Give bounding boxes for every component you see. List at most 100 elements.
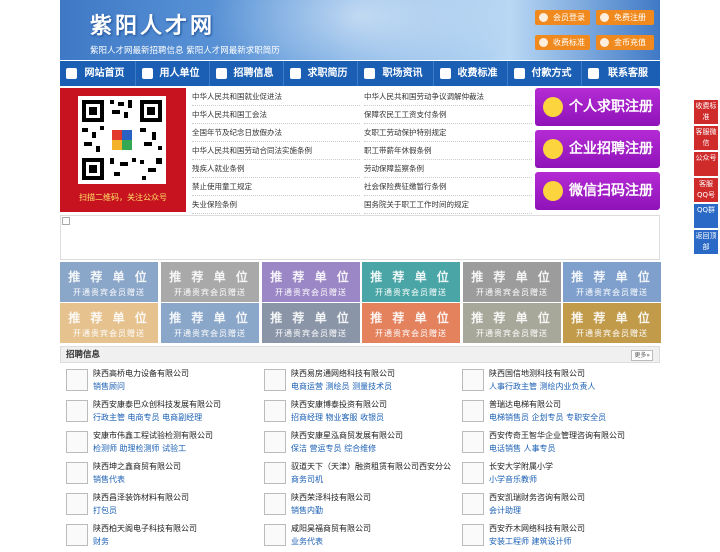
job-positions[interactable]: 销售顾问 bbox=[93, 381, 253, 392]
job-positions[interactable]: 会计助理 bbox=[489, 505, 649, 516]
company-logo[interactable] bbox=[66, 524, 88, 546]
nav-jobs[interactable]: 招聘信息 bbox=[210, 61, 284, 86]
company-logo[interactable] bbox=[66, 369, 88, 391]
law-link[interactable]: 中华人民共和国劳动争议调解仲裁法 bbox=[364, 88, 532, 106]
register-button[interactable]: 免费注册 bbox=[596, 10, 654, 25]
job-positions[interactable]: 销售内勤 bbox=[291, 505, 451, 516]
company-name[interactable]: 陕西高桥电力设备有限公司 bbox=[93, 368, 253, 379]
nav-resumes[interactable]: 求职简历 bbox=[284, 61, 358, 86]
recommended-slot[interactable]: 推 荐 单 位开通贵宾会员赠送 bbox=[362, 262, 460, 302]
site-title[interactable]: 紫阳人才网 bbox=[90, 8, 215, 40]
login-button[interactable]: 会员登录 bbox=[535, 10, 590, 25]
company-logo[interactable] bbox=[66, 400, 88, 422]
more-link[interactable]: 更多» bbox=[631, 350, 653, 361]
company-logo[interactable] bbox=[264, 431, 286, 453]
law-link[interactable]: 保障农民工工资支付条例 bbox=[364, 106, 532, 124]
recommended-slot[interactable]: 推 荐 单 位开通贵宾会员赠送 bbox=[60, 262, 158, 302]
company-name[interactable]: 驭道天下（天津）融资租赁有限公司西安分公 bbox=[291, 461, 451, 472]
company-logo[interactable] bbox=[66, 431, 88, 453]
sidebar-official-account[interactable]: 公众号 bbox=[694, 152, 718, 176]
law-link[interactable]: 失业保险条例 bbox=[192, 196, 360, 214]
job-positions[interactable]: 打包员 bbox=[93, 505, 253, 516]
company-name[interactable]: 咸阳昊福商贸有限公司 bbox=[291, 523, 451, 534]
law-link[interactable]: 残疾人就业条例 bbox=[192, 160, 360, 178]
law-link[interactable]: 中华人民共和国劳动合同法实施条例 bbox=[192, 142, 360, 160]
job-positions[interactable]: 保洁 营运专员 综合维修 bbox=[291, 443, 451, 454]
law-link[interactable]: 中华人民共和国工会法 bbox=[192, 106, 360, 124]
company-name[interactable]: 陕西易房通网络科技有限公司 bbox=[291, 368, 451, 379]
job-positions[interactable]: 小学音乐教师 bbox=[489, 474, 649, 485]
pricing-button[interactable]: 收费标准 bbox=[535, 35, 590, 50]
job-positions[interactable]: 检测师 助理检测师 试验工 bbox=[93, 443, 253, 454]
nav-home[interactable]: 网站首页 bbox=[60, 61, 136, 86]
company-register-button[interactable]: 企业招聘注册 bbox=[535, 130, 660, 168]
recommended-slot[interactable]: 推 荐 单 位开通贵宾会员赠送 bbox=[262, 262, 360, 302]
company-name[interactable]: 陕西国信地测科技有限公司 bbox=[489, 368, 649, 379]
company-name[interactable]: 陕西安康星泓商贸发展有限公司 bbox=[291, 430, 451, 441]
recommended-slot[interactable]: 推 荐 单 位开通贵宾会员赠送 bbox=[362, 303, 460, 343]
company-logo[interactable] bbox=[66, 462, 88, 484]
nav-news[interactable]: 职场资讯 bbox=[358, 61, 434, 86]
job-positions[interactable]: 销售代表 bbox=[93, 474, 253, 485]
sidebar-back-to-top[interactable]: 返回顶部 bbox=[694, 230, 718, 254]
recommended-slot[interactable]: 推 荐 单 位开通贵宾会员赠送 bbox=[563, 303, 661, 343]
job-positions[interactable]: 人事行政主管 测绘内业负责人 bbox=[489, 381, 649, 392]
company-name[interactable]: 陕西坤之鑫商贸有限公司 bbox=[93, 461, 253, 472]
job-positions[interactable]: 电梯销售员 企划专员 专职安全员 bbox=[489, 412, 649, 423]
company-logo[interactable] bbox=[462, 431, 484, 453]
recommended-slot[interactable]: 推 荐 单 位开通贵宾会员赠送 bbox=[463, 262, 561, 302]
job-positions[interactable]: 电商运营 测绘员 测量技术员 bbox=[291, 381, 451, 392]
company-name[interactable]: 陕西安康博泰投资有限公司 bbox=[291, 399, 451, 410]
job-positions[interactable]: 商务司机 bbox=[291, 474, 451, 485]
company-logo[interactable] bbox=[462, 524, 484, 546]
sidebar-pricing[interactable]: 收费标准 bbox=[694, 100, 718, 124]
company-name[interactable]: 安康市伟鑫工程试验检测有限公司 bbox=[93, 430, 253, 441]
recommended-slot[interactable]: 推 荐 单 位开通贵宾会员赠送 bbox=[161, 303, 259, 343]
law-link[interactable]: 中华人民共和国就业促进法 bbox=[192, 88, 360, 106]
law-link[interactable]: 国务院关于职工工作时间的规定 bbox=[364, 196, 532, 214]
sidebar-support-qq[interactable]: 客服QQ号 bbox=[694, 178, 718, 202]
company-logo[interactable] bbox=[264, 400, 286, 422]
company-logo[interactable] bbox=[264, 493, 286, 515]
nav-payment[interactable]: 付款方式 bbox=[508, 61, 582, 86]
company-logo[interactable] bbox=[462, 462, 484, 484]
company-logo[interactable] bbox=[264, 462, 286, 484]
law-link[interactable]: 职工带薪年休假条例 bbox=[364, 142, 532, 160]
company-name[interactable]: 陕西荣泽科技有限公司 bbox=[291, 492, 451, 503]
nav-support[interactable]: 联系客服 bbox=[582, 61, 660, 86]
recommended-slot[interactable]: 推 荐 单 位开通贵宾会员赠送 bbox=[60, 303, 158, 343]
company-name[interactable]: 西安传奇王智华企业管理咨询有限公司 bbox=[489, 430, 649, 441]
wechat-register-button[interactable]: 微信扫码注册 bbox=[535, 172, 660, 210]
sidebar-wechat-support[interactable]: 客服微信 bbox=[694, 126, 718, 150]
company-logo[interactable] bbox=[264, 369, 286, 391]
personal-register-button[interactable]: 个人求职注册 bbox=[535, 88, 660, 126]
law-link[interactable]: 全国年节及纪念日放假办法 bbox=[192, 124, 360, 142]
sidebar-qq-group[interactable]: QQ群 bbox=[694, 204, 718, 228]
company-name[interactable]: 陕西昌泽装饰材料有限公司 bbox=[93, 492, 253, 503]
company-name[interactable]: 陕西安康泰巴众创科技发展有限公司 bbox=[93, 399, 253, 410]
company-name[interactable]: 陕西柏天阁电子科技有限公司 bbox=[93, 523, 253, 534]
company-name[interactable]: 普瑞达电梯有限公司 bbox=[489, 399, 649, 410]
job-positions[interactable]: 电话销售 人事专员 bbox=[489, 443, 649, 454]
banner-ad[interactable] bbox=[60, 215, 660, 260]
law-link[interactable]: 社会保险费征缴暂行条例 bbox=[364, 178, 532, 196]
job-positions[interactable]: 行政主管 电商专员 电商副经理 bbox=[93, 412, 253, 423]
law-link[interactable]: 劳动保障监察条例 bbox=[364, 160, 532, 178]
company-logo[interactable] bbox=[462, 493, 484, 515]
nav-pricing[interactable]: 收费标准 bbox=[434, 61, 508, 86]
company-logo[interactable] bbox=[66, 493, 88, 515]
recommended-slot[interactable]: 推 荐 单 位开通贵宾会员赠送 bbox=[563, 262, 661, 302]
recommended-slot[interactable]: 推 荐 单 位开通贵宾会员赠送 bbox=[463, 303, 561, 343]
company-logo[interactable] bbox=[462, 400, 484, 422]
job-positions[interactable]: 财务 bbox=[93, 536, 253, 547]
job-positions[interactable]: 业务代表 bbox=[291, 536, 451, 547]
law-link[interactable]: 禁止使用童工规定 bbox=[192, 178, 360, 196]
job-positions[interactable]: 招商经理 物业客服 收银员 bbox=[291, 412, 451, 423]
company-name[interactable]: 西安凯瑞财务咨询有限公司 bbox=[489, 492, 649, 503]
recommended-slot[interactable]: 推 荐 单 位开通贵宾会员赠送 bbox=[262, 303, 360, 343]
company-logo[interactable] bbox=[462, 369, 484, 391]
company-name[interactable]: 长安大学附属小学 bbox=[489, 461, 649, 472]
job-positions[interactable]: 安装工程师 建筑设计师 bbox=[489, 536, 649, 547]
nav-employers[interactable]: 用人单位 bbox=[136, 61, 210, 86]
company-logo[interactable] bbox=[264, 524, 286, 546]
